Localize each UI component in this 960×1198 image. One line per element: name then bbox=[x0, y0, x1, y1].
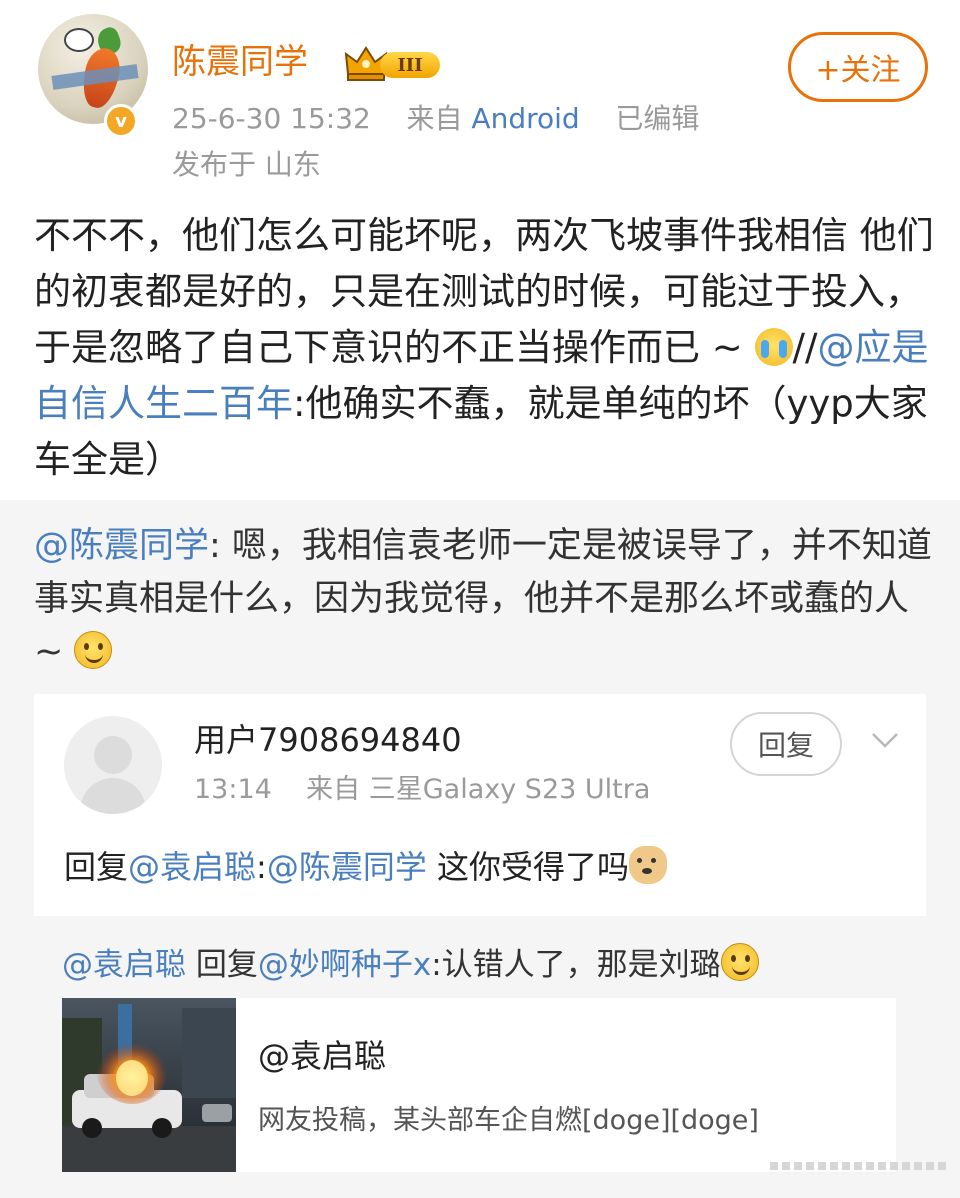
comment-colon: : bbox=[256, 848, 267, 886]
follow-button[interactable]: +关注 bbox=[788, 32, 928, 102]
car-fire-image bbox=[62, 998, 236, 1172]
post-body: 不不不，他们怎么可能坏呢，两次飞坡事件我相信 他们的初衷都是好的，只是在测试的时… bbox=[34, 208, 934, 488]
smile-emoji-icon bbox=[720, 943, 759, 981]
smile-emoji-icon bbox=[74, 631, 113, 669]
level-badge-label: III bbox=[380, 52, 440, 78]
comment-source: 来自 三星Galaxy S23 Ultra bbox=[306, 774, 651, 805]
sub-reply[interactable]: @袁启聪 回复@妙啊种子x:认错人了，那是刘璐 bbox=[62, 942, 922, 988]
watermark-dots bbox=[770, 1162, 946, 1170]
post-header: v 陈震同学 III 25-6-30 15:32 来自 Android 已编辑 … bbox=[0, 0, 960, 200]
post-location: 发布于 山东 bbox=[172, 148, 321, 181]
comment-text: 回复@袁启聪:@陈震同学 这你受得了吗 bbox=[64, 844, 904, 890]
default-avatar-head-shape bbox=[94, 736, 132, 774]
comment-text-suffix: 这你受得了吗 bbox=[426, 848, 630, 886]
post-author-name[interactable]: 陈震同学 bbox=[172, 40, 308, 84]
link-card-description: 网友投稿，某头部车企自燃[doge][doge] bbox=[258, 1105, 759, 1136]
comment-mention-1[interactable]: @袁启聪 bbox=[128, 848, 256, 886]
doge-emoji-icon bbox=[629, 846, 668, 884]
repost-separator: // bbox=[792, 326, 818, 369]
comment-mention-2[interactable]: @陈震同学 bbox=[267, 848, 427, 886]
chevron-down-icon[interactable] bbox=[870, 730, 900, 750]
sub-reply-middle: 回复 bbox=[186, 947, 258, 983]
post-source-prefix: 来自 bbox=[406, 102, 463, 135]
post-edited-label[interactable]: 已编辑 bbox=[615, 102, 699, 135]
post-meta: 25-6-30 15:32 来自 Android 已编辑 bbox=[172, 100, 699, 138]
comment-meta: 13:14 来自 三星Galaxy S23 Ultra bbox=[194, 772, 650, 808]
sub-reply-mention-2[interactable]: @妙啊种子x bbox=[258, 947, 431, 983]
post-source-device[interactable]: Android bbox=[471, 102, 579, 135]
post-timestamp: 25-6-30 15:32 bbox=[172, 102, 371, 135]
sub-reply-mention-1[interactable]: @袁启聪 bbox=[62, 947, 186, 983]
comment-card: 用户7908694840 13:14 来自 三星Galaxy S23 Ultra… bbox=[34, 694, 926, 916]
avatar-rabbit-shape bbox=[64, 28, 94, 52]
sub-reply-text: :认错人了，那是刘璐 bbox=[431, 947, 721, 983]
crying-laughing-emoji-icon bbox=[754, 328, 793, 366]
commenter-avatar[interactable] bbox=[64, 716, 162, 814]
comment-time: 13:14 bbox=[194, 774, 272, 805]
repost-body[interactable]: @陈震同学: 嗯，我相信袁老师一定是被误导了，并不知道事实真相是什么，因为我觉得… bbox=[34, 520, 934, 679]
link-card-title: @袁启聪 bbox=[258, 1037, 387, 1075]
comment-reply-prefix: 回复 bbox=[64, 848, 129, 886]
verified-icon: v bbox=[104, 104, 138, 138]
default-avatar-body-shape bbox=[80, 778, 146, 814]
reply-button[interactable]: 回复 bbox=[730, 712, 842, 776]
link-card-thumbnail bbox=[62, 998, 236, 1172]
commenter-name[interactable]: 用户7908694840 bbox=[194, 718, 462, 762]
link-card[interactable]: @袁启聪 网友投稿，某头部车企自燃[doge][doge] bbox=[62, 998, 896, 1172]
level-badge[interactable]: III bbox=[344, 44, 442, 82]
repost-mention-link[interactable]: @陈震同学 bbox=[34, 526, 209, 566]
